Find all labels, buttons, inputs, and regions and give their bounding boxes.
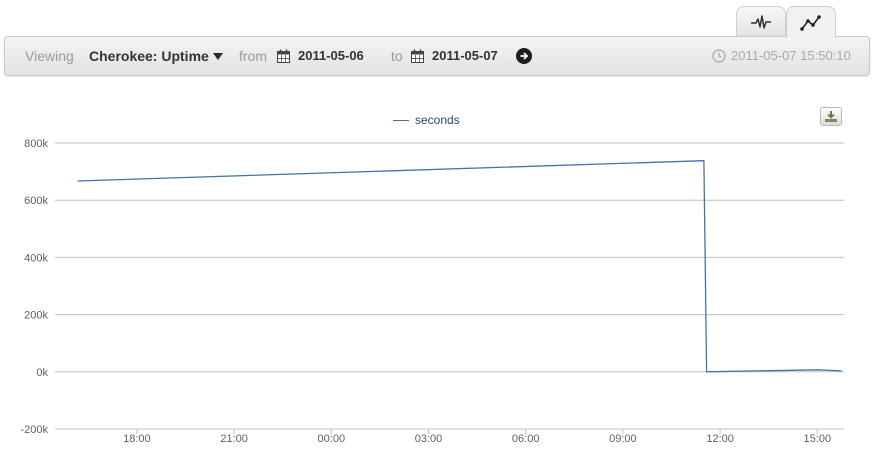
x-tick-label: 15:00: [804, 433, 832, 445]
x-tick-label: 09:00: [609, 433, 637, 445]
y-tick-label: -200k: [20, 424, 48, 436]
y-tick-label: 400k: [24, 252, 48, 264]
x-tick-label: 03:00: [415, 433, 443, 445]
caret-down-icon: [212, 52, 223, 60]
to-label: to: [391, 48, 403, 64]
go-button[interactable]: [516, 48, 532, 64]
x-tick-label: 18:00: [123, 433, 151, 445]
toolbar: Viewing Cherokee: Uptime from 2011-05-06…: [4, 36, 870, 76]
to-date-field[interactable]: 2011-05-07: [432, 37, 498, 75]
x-tick-label: 12:00: [706, 433, 734, 445]
metric-name: Cherokee: Uptime: [89, 48, 209, 64]
from-date-field[interactable]: 2011-05-06: [298, 37, 364, 75]
y-tick-label: 0k: [36, 367, 48, 379]
y-tick-label: 200k: [24, 310, 48, 322]
x-tick-label: 00:00: [318, 433, 346, 445]
x-tick-label: 21:00: [220, 433, 248, 445]
calendar-icon[interactable]: [277, 49, 290, 63]
last-updated-timestamp: 2011-05-07 15:50:10: [731, 48, 851, 63]
metric-selector[interactable]: Cherokee: Uptime: [89, 37, 223, 75]
arrow-right-icon: [520, 52, 529, 60]
calendar-icon[interactable]: [411, 49, 424, 63]
tab-line-view[interactable]: [786, 6, 836, 38]
from-label: from: [239, 48, 267, 64]
clock-icon: [712, 49, 726, 63]
y-tick-label: 600k: [24, 195, 48, 207]
line-chart-icon: [800, 14, 821, 31]
series-line-seconds: [77, 160, 842, 373]
y-tick-label: 800k: [24, 138, 48, 150]
x-tick-label: 06:00: [512, 433, 540, 445]
viewing-label: Viewing: [25, 48, 74, 64]
